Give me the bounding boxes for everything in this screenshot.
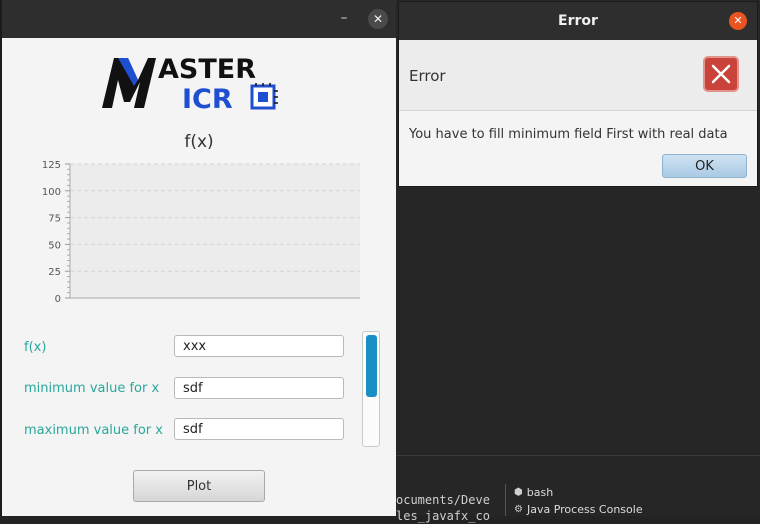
gear-icon: ⚙ [514, 504, 523, 515]
app-window: – ✕ ASTER ICR f(x) 0 25 50 75 100 125 f(x) mi… [2, 0, 396, 516]
y-tick-label: 25 [48, 267, 61, 278]
max-x-label: maximum value for x [24, 423, 163, 438]
terminal-output: ocuments/Deve les_javafx_co [396, 492, 490, 524]
app-titlebar[interactable]: – ✕ [2, 0, 396, 38]
terminal-line-1: ocuments/Deve [396, 493, 490, 507]
plot-button[interactable]: Plot [133, 470, 265, 502]
dialog-titlebar[interactable]: Error ✕ [399, 2, 757, 40]
y-tick-label: 75 [48, 214, 61, 225]
terminal-icon: ⬢ [514, 487, 523, 498]
chart-title: f(x) [184, 132, 214, 152]
fx-label: f(x) [24, 340, 47, 355]
dialog-title: Error [558, 13, 598, 29]
minimize-button[interactable]: – [336, 10, 352, 26]
master-micro-logo: ASTER ICR [102, 54, 278, 112]
error-icon [703, 56, 739, 92]
dialog-header-text: Error [409, 67, 446, 85]
y-tick-label: 100 [42, 187, 61, 198]
error-dialog: Error ✕ Error You have to fill minimum f… [398, 1, 758, 187]
max-x-input[interactable] [174, 418, 344, 440]
terminal-tab-label: Java Process Console [526, 503, 643, 516]
y-tick-label: 0 [55, 294, 61, 305]
logo-top-text: ASTER [158, 54, 256, 85]
chip-icon [250, 83, 278, 110]
vertical-scrollbar[interactable] [362, 331, 380, 447]
plot-area [70, 164, 360, 298]
close-button[interactable]: ✕ [368, 9, 388, 29]
dialog-close-button[interactable]: ✕ [729, 12, 747, 30]
line-chart: 0 25 50 75 100 125 [42, 160, 360, 305]
y-tick-label: 50 [48, 240, 61, 251]
y-tick-label: 125 [42, 160, 61, 171]
ok-button[interactable]: OK [662, 154, 747, 178]
terminal-line-2: les_javafx_co [396, 509, 490, 523]
scrollbar-thumb[interactable] [366, 335, 377, 397]
terminal-tab-java-console[interactable]: ⚙ Java Process Console [514, 503, 643, 516]
min-x-label: minimum value for x [24, 381, 160, 396]
dialog-message: You have to fill minimum field First wit… [409, 127, 728, 142]
min-x-input[interactable] [174, 377, 344, 399]
fx-input[interactable] [174, 335, 344, 357]
terminal-tab-label: bash [526, 486, 554, 499]
terminal-divider [505, 484, 506, 516]
logo-bottom-text: ICR [182, 84, 233, 112]
dialog-header: Error [399, 40, 757, 111]
terminal-tab-bash[interactable]: ⬢ bash [514, 486, 553, 499]
